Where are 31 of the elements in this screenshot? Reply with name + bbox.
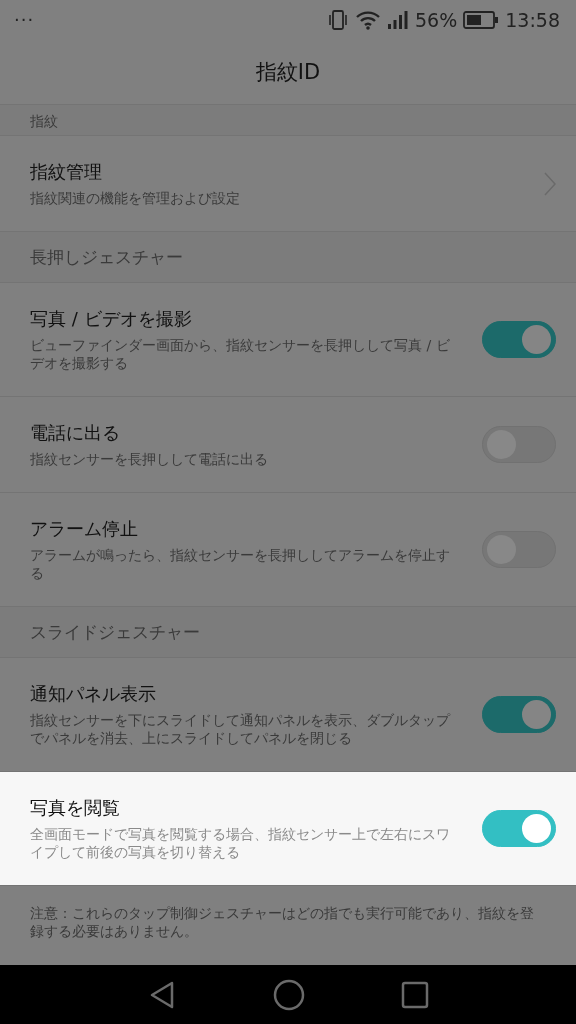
row-subtitle: アラームが鳴ったら、指紋センサーを長押ししてアラームを停止する (30, 546, 451, 582)
row-subtitle: 全画面モードで写真を閲覧する場合、指紋センサー上で左右にスワイプして前後の写真を切り替える (30, 825, 451, 861)
recents-icon[interactable] (401, 980, 429, 1009)
clock-time: 13:58 (505, 9, 560, 31)
toggle-switch[interactable] (482, 810, 556, 847)
home-icon[interactable] (273, 978, 305, 1011)
vibrate-icon (327, 9, 349, 31)
overflow-menu-icon: ··· (14, 11, 35, 29)
row-title: 写真 / ビデオを撮影 (30, 307, 193, 331)
section-header: 長押しジェスチャー (30, 245, 183, 269)
signal-icon (387, 10, 409, 30)
battery-percent: 56% (415, 9, 458, 31)
row-title: 写真を閲覧 (30, 796, 121, 820)
settings-row[interactable]: 写真 / ビデオを撮影 ビューファインダー画面から、指紋センサーを長押しして写真 / ビデオを撮影する (0, 283, 576, 397)
row-subtitle: ビューファインダー画面から、指紋センサーを長押しして写真 / ビデオを撮影する (30, 336, 451, 372)
settings-row[interactable]: 電話に出る 指紋センサーを長押しして電話に出る (0, 397, 576, 493)
row-title: 通知パネル表示 (30, 682, 157, 706)
row-title: 指紋管理 (30, 160, 103, 184)
note-text: 注意：これらのタップ制御ジェスチャーはどの指でも実行可能であり、指紋を登録する必要はありません。 (30, 904, 535, 940)
row-title: 電話に出る (30, 421, 121, 445)
section-label: 指紋 (30, 113, 58, 131)
settings-row[interactable]: 写真を閲覧 全画面モードで写真を閲覧する場合、指紋センサー上で左右にスワイプして前後の写真を切り替える (0, 772, 576, 886)
toggle-switch[interactable] (482, 696, 556, 733)
section-header: スライドジェスチャー (30, 620, 200, 644)
row-title: アラーム停止 (30, 517, 139, 541)
row-subtitle: 指紋センサーを長押しして電話に出る (30, 450, 269, 468)
toggle-switch[interactable] (482, 321, 556, 358)
row-subtitle: 指紋関連の機能を管理および設定 (30, 189, 241, 207)
screen-title: 指紋ID (255, 59, 321, 86)
battery-icon (463, 11, 500, 29)
wifi-icon (355, 10, 381, 30)
